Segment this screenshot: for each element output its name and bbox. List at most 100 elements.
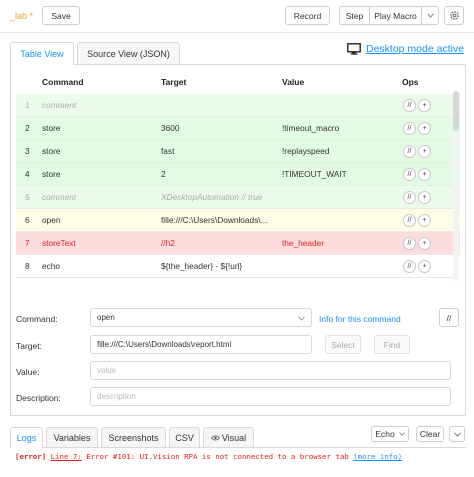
row-target: fast (161, 146, 175, 156)
command-select-value: open (97, 313, 115, 322)
target-input[interactable]: fille:///C:\Users\Downloads\report.html (90, 335, 312, 354)
row-value (282, 255, 392, 278)
insert-row-button[interactable]: + (418, 122, 431, 135)
row-number: 5 (25, 192, 30, 202)
header-command: Command (42, 77, 84, 87)
comment-toggle-button[interactable]: // (403, 145, 416, 158)
desktop-mode-indicator[interactable]: Desktop mode active (347, 43, 464, 55)
comment-toggle-button[interactable]: // (403, 99, 416, 112)
description-input[interactable]: description (90, 387, 451, 406)
insert-row-button[interactable]: + (418, 168, 431, 181)
comment-toggle-button[interactable]: // (403, 191, 416, 204)
insert-row-button[interactable]: + (418, 260, 431, 273)
header-target: Target (161, 77, 187, 87)
comment-toggle-button[interactable]: // (403, 168, 416, 181)
tab-logs[interactable]: Logs (10, 427, 43, 448)
comment-out-button[interactable]: // (439, 308, 459, 327)
table-row[interactable]: 6 open fille:///C:\Users\Downloads\... /… (16, 209, 460, 232)
comment-toggle-button[interactable]: // (403, 122, 416, 135)
log-level: [error] (15, 452, 47, 461)
insert-row-button[interactable]: + (418, 237, 431, 250)
row-number: 4 (25, 169, 30, 179)
tab-visual[interactable]: Visual (203, 427, 254, 447)
log-filter-value: Echo (375, 429, 395, 439)
step-button[interactable]: Step (340, 7, 370, 24)
table-row[interactable]: 4 store 2 !TIMEOUT_WAIT // + (16, 163, 460, 186)
log-entry: [error] Line 7: Error #101: UI.Vision RP… (15, 452, 402, 461)
tab-source-view[interactable]: Source View (JSON) (77, 42, 180, 64)
find-button[interactable]: Find (374, 335, 410, 354)
comment-toggle-button[interactable]: // (403, 237, 416, 250)
row-command: store (42, 146, 61, 156)
row-value (282, 94, 392, 117)
tab-table-view[interactable]: Table View (10, 42, 74, 65)
description-label: Description: (16, 393, 61, 403)
row-value: !timeout_macro (282, 123, 340, 133)
row-command: open (42, 215, 61, 225)
row-target: //h2 (161, 238, 175, 248)
gear-icon (449, 11, 459, 20)
row-number: 2 (25, 123, 30, 133)
table-row[interactable]: 2 store 3600 !timeout_macro // + (16, 117, 460, 140)
save-button[interactable]: Save (42, 6, 80, 25)
target-label: Target: (16, 341, 42, 351)
settings-button[interactable] (444, 6, 464, 25)
insert-row-button[interactable]: + (418, 214, 431, 227)
play-button-group: Step Play Macro (339, 6, 439, 25)
chevron-down-icon (453, 431, 461, 437)
row-target (161, 94, 276, 117)
log-message: Error #101: UI.Vision RPA is not connect… (86, 452, 349, 461)
tab-screenshots[interactable]: Screenshots (101, 427, 166, 447)
monitor-icon (347, 43, 361, 55)
insert-row-button[interactable]: + (418, 191, 431, 204)
record-button[interactable]: Record (285, 6, 330, 25)
tab-csv[interactable]: CSV (169, 427, 200, 447)
row-value: the_header (282, 238, 324, 248)
chevron-down-icon (298, 316, 305, 321)
play-macro-button[interactable]: Play Macro (370, 7, 422, 24)
scrollbar-thumb[interactable] (453, 91, 459, 131)
row-target: XDesktopAutomation // true (161, 192, 263, 202)
eye-icon (210, 435, 220, 440)
row-number: 1 (25, 100, 30, 110)
comment-toggle-button[interactable]: // (403, 260, 416, 273)
collapse-log-button[interactable] (449, 426, 465, 442)
top-toolbar: _lab * Save Record Step Play Macro (0, 0, 474, 33)
value-input[interactable]: value (90, 361, 451, 380)
select-button[interactable]: Select (325, 335, 361, 354)
desktop-mode-link[interactable]: Desktop mode active (366, 43, 464, 55)
row-number: 8 (25, 261, 30, 271)
log-line-link[interactable]: Line 7: (51, 452, 82, 461)
more-info-link[interactable]: (more info) (353, 452, 402, 461)
command-select[interactable]: open (90, 308, 312, 327)
play-options-dropdown[interactable] (422, 7, 438, 24)
log-panel: [error] Line 7: Error #101: UI.Vision RP… (10, 447, 466, 473)
table-scrollbar[interactable] (453, 91, 459, 281)
chevron-down-icon (426, 13, 434, 18)
tab-variables[interactable]: Variables (46, 427, 98, 447)
row-target: fille:///C:\Users\Downloads\... (161, 215, 268, 225)
command-info-link[interactable]: Info for this command (319, 314, 401, 324)
row-command: storeText (42, 238, 76, 248)
row-command: echo (42, 261, 60, 271)
comment-toggle-button[interactable]: // (403, 214, 416, 227)
row-value: !replayspeed (282, 146, 330, 156)
table-row[interactable]: 1 comment // + (16, 94, 460, 117)
row-number: 6 (25, 215, 30, 225)
table-header: Command Target Value Ops (16, 71, 460, 91)
row-command: comment (42, 192, 77, 202)
row-value: !TIMEOUT_WAIT (282, 169, 347, 179)
table-row[interactable]: 8 echo ${the_header} - ${!url} // + (16, 255, 460, 278)
insert-row-button[interactable]: + (418, 145, 431, 158)
table-row[interactable]: 3 store fast !replayspeed // + (16, 140, 460, 163)
macro-name: _lab * (10, 11, 34, 21)
clear-log-button[interactable]: Clear (416, 426, 444, 442)
table-row[interactable]: 5 comment XDesktopAutomation // true // … (16, 186, 460, 209)
table-row[interactable]: 7 storeText //h2 the_header // + (16, 232, 460, 255)
log-filter-select[interactable]: Echo (371, 426, 409, 442)
row-value (282, 209, 392, 232)
insert-row-button[interactable]: + (418, 99, 431, 112)
row-command: comment (42, 100, 77, 110)
value-label: Value: (16, 367, 40, 377)
row-command: store (42, 123, 61, 133)
